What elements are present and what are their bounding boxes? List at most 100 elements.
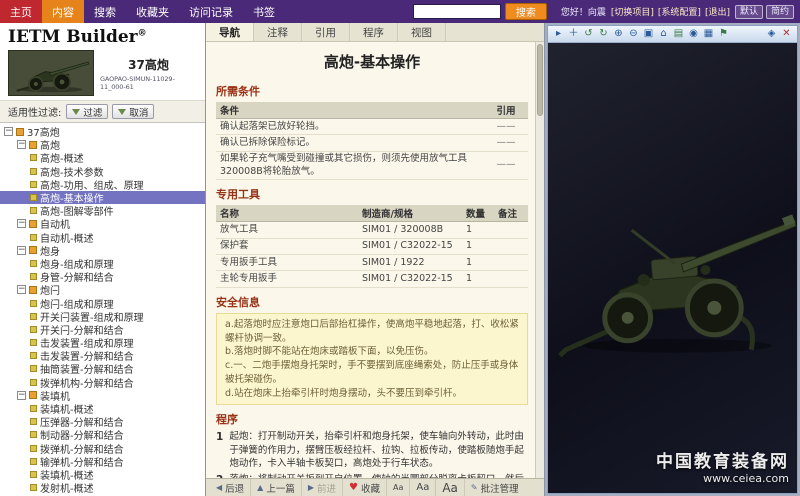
tree-item[interactable]: 开关闩装置-组成和原理	[0, 310, 205, 323]
tree-item[interactable]: 装填机-概述	[0, 402, 205, 415]
safety-line: d.站在炮床上抬牵引杆时炮身摆动，头不要压到牵引杆。	[225, 387, 519, 401]
collapse-icon[interactable]	[17, 391, 26, 400]
favorite-button[interactable]: ♥ 收藏	[343, 479, 387, 496]
content-scrollbar-thumb[interactable]	[537, 44, 543, 116]
tools-header: 专用工具	[216, 186, 528, 202]
search-input[interactable]	[413, 4, 501, 19]
collapse-icon[interactable]	[4, 127, 13, 136]
filter-button-label: 过滤	[83, 105, 102, 119]
nav-favorites[interactable]: 收藏夹	[126, 0, 179, 23]
nav-bookmarks[interactable]: 书签	[243, 0, 285, 23]
theme-default-button[interactable]: 默认	[735, 5, 763, 19]
greeting-text: 您好！向震	[561, 5, 606, 18]
tree-item-current[interactable]: 高炮-基本操作	[0, 191, 205, 204]
link-logout[interactable]: [退出]	[705, 5, 730, 18]
nav-history[interactable]: 访问记录	[179, 0, 243, 23]
tree-item[interactable]: 拨弹机构-分解和结合	[0, 376, 205, 389]
select-icon[interactable]: ▸	[552, 29, 565, 39]
tree-item[interactable]: 击发装置-分解和结合	[0, 349, 205, 362]
tree-item[interactable]: 炮闩-组成和原理	[0, 296, 205, 309]
collapse-icon[interactable]	[17, 140, 26, 149]
trademark-symbol: ®	[138, 28, 147, 38]
condition-text: 确认起落架已放好轮挡。	[216, 119, 484, 135]
nav-content[interactable]: 内容	[42, 0, 84, 23]
rotate-cw-icon[interactable]: ↻	[597, 29, 610, 39]
font-medium-button[interactable]: Aa	[410, 479, 436, 496]
tree-item[interactable]: 自动机	[0, 217, 205, 230]
tree-item[interactable]: 拨弹机-分解和结合	[0, 442, 205, 455]
tree-item-37gaopao[interactable]: 37高炮	[0, 125, 205, 138]
conditions-table-header: 条件 引用	[216, 102, 528, 119]
zoom-out-icon[interactable]: ⊖	[627, 29, 640, 39]
collapse-icon[interactable]	[17, 219, 26, 228]
tree-item[interactable]: 制动器-分解和结合	[0, 428, 205, 441]
home-view-icon[interactable]: ⌂	[657, 29, 670, 39]
content-scrollbar[interactable]	[535, 42, 544, 478]
link-system-config[interactable]: [系统配置]	[658, 5, 701, 18]
annotation-flag-icon[interactable]: ⚑	[717, 29, 730, 39]
tree-item[interactable]: 击发装置-组成和原理	[0, 336, 205, 349]
annotation-manage-button[interactable]: ✎ 批注管理	[465, 479, 525, 496]
tree-item[interactable]: 抽筒装置-分解和结合	[0, 362, 205, 375]
tree-item[interactable]: 装填机	[0, 389, 205, 402]
back-button[interactable]: ◀ 后退	[210, 479, 251, 496]
procedure-header: 程序	[216, 411, 528, 427]
views-grid-icon[interactable]: ▦	[702, 29, 715, 39]
tree-item[interactable]: 炮身	[0, 244, 205, 257]
tree-item[interactable]: 炮闩	[0, 283, 205, 296]
tree-item[interactable]: 自动机-概述	[0, 231, 205, 244]
collapse-icon[interactable]	[17, 246, 26, 255]
tree-item[interactable]: 压弹器-分解和结合	[0, 415, 205, 428]
tree-item[interactable]: 发射机-概述	[0, 481, 205, 494]
filter-apply-button[interactable]: 过滤	[66, 104, 108, 119]
collapse-icon[interactable]	[17, 285, 26, 294]
node-bullet-icon	[30, 352, 37, 359]
tree-item[interactable]: 身管-分解和结合	[0, 270, 205, 283]
tree-item[interactable]: 高炮-概述	[0, 151, 205, 164]
gun-3d-model[interactable]	[548, 43, 797, 493]
font-small-button[interactable]: Aa	[387, 479, 410, 496]
zoom-fit-icon[interactable]: ▣	[642, 29, 655, 39]
close-viewer-icon[interactable]: ✕	[780, 29, 793, 39]
condition-ref: ——	[484, 151, 528, 180]
tree-item[interactable]: 高炮	[0, 138, 205, 151]
filter-cancel-button[interactable]: 取消	[112, 104, 154, 119]
model-viewport[interactable]: 中国教育装备网 www.ceiea.com	[548, 43, 797, 493]
node-bullet-icon	[30, 313, 37, 320]
tab-annotation[interactable]: 注释	[254, 23, 302, 41]
tree-item[interactable]: 高炮-功用、组成、原理	[0, 178, 205, 191]
forward-button[interactable]: ▶ 前进	[302, 479, 343, 496]
tool-name: 保护套	[216, 238, 358, 254]
applicability-filter-row: 适用性过滤: 过滤 取消	[0, 100, 205, 123]
tool-spec: SIM01 / 320008B	[358, 222, 462, 238]
tree-item[interactable]: 输弹机-分解和结合	[0, 455, 205, 468]
nav-home[interactable]: 主页	[0, 0, 42, 23]
link-switch-project[interactable]: [切换项目]	[611, 5, 654, 18]
prev-article-button[interactable]: ▲ 上一篇	[251, 479, 302, 496]
tree-item[interactable]: 高炮-图解零部件	[0, 204, 205, 217]
tree-item[interactable]: 开关闩-分解和结合	[0, 323, 205, 336]
search-button[interactable]: 搜索	[505, 3, 547, 20]
font-large-button[interactable]: Aa	[436, 479, 465, 496]
theme-simple-button[interactable]: 简约	[766, 5, 794, 19]
wireframe-icon[interactable]: ▤	[672, 29, 685, 39]
product-thumbnail	[8, 50, 94, 96]
pan-icon[interactable]: ＋	[567, 29, 580, 39]
nav-search[interactable]: 搜索	[84, 0, 126, 23]
tab-reference[interactable]: 引用	[302, 23, 350, 41]
tab-view[interactable]: 视图	[398, 23, 446, 41]
bottom-button-label: 后退	[225, 481, 244, 495]
rotate-ccw-icon[interactable]: ↺	[582, 29, 595, 39]
tree-item[interactable]: 装填机-概述	[0, 468, 205, 481]
sidebar-header: IETM Builder®	[0, 23, 205, 48]
user-area: 您好！向震 [切换项目] [系统配置] [退出] 默认 简约	[561, 5, 794, 19]
zoom-in-icon[interactable]: ⊕	[612, 29, 625, 39]
bottom-button-label: 前进	[317, 481, 336, 495]
tab-procedure[interactable]: 程序	[350, 23, 398, 41]
view-settings-icon[interactable]: ◈	[765, 29, 778, 39]
tree-item[interactable]: 炮身-组成和原理	[0, 257, 205, 270]
shaded-icon[interactable]: ◉	[687, 29, 700, 39]
tab-navigation[interactable]: 导航	[206, 23, 254, 41]
bottom-button-icon: ▲	[257, 483, 263, 492]
tree-item[interactable]: 高炮-技术参数	[0, 165, 205, 178]
